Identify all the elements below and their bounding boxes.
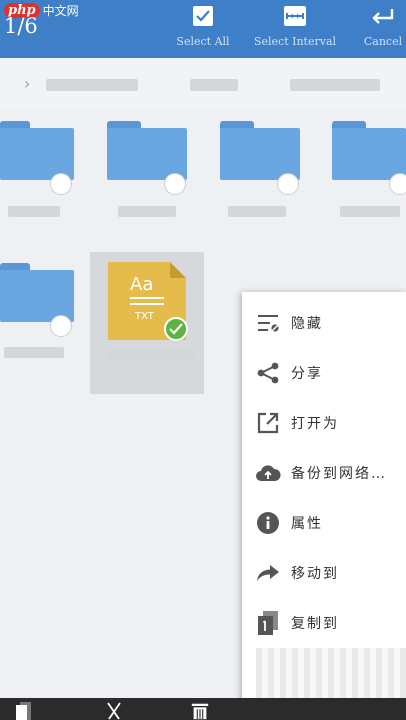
selection-counter: 1/6	[4, 14, 38, 38]
share-icon	[255, 360, 281, 386]
open-as-icon	[255, 410, 281, 436]
copy-icon	[255, 610, 281, 636]
folder-name-blurred	[340, 206, 400, 217]
txt-extension-label: TXT	[135, 311, 154, 322]
select-interval-label: Select Interval	[253, 35, 337, 48]
menu-label: 属性	[291, 516, 323, 532]
menu-label: 隐藏	[291, 316, 323, 332]
return-arrow-icon	[370, 4, 396, 28]
txt-glyph: Aa	[130, 274, 154, 295]
move-icon	[255, 560, 281, 586]
checkbox-icon	[190, 4, 216, 28]
menu-item-hide[interactable]: 隐藏	[242, 301, 406, 345]
menu-label: 复制到	[291, 616, 339, 632]
info-icon	[255, 510, 281, 536]
folder-name-blurred	[118, 206, 176, 217]
context-menu: 隐藏 分享 打开为 备份到网络… 属性 移动到 复制到	[242, 292, 406, 720]
folder-name-blurred	[4, 347, 64, 358]
menu-item-move-to[interactable]: 移动到	[242, 551, 406, 595]
cancel-label: Cancel	[363, 35, 403, 48]
menu-item-share[interactable]: 分享	[242, 351, 406, 395]
watermark-text: 中文网	[42, 3, 79, 18]
menu-item-copy-to[interactable]: 复制到	[242, 601, 406, 645]
breadcrumb-blurred-path[interactable]	[46, 79, 138, 91]
breadcrumb-blurred-path[interactable]	[190, 79, 238, 91]
selection-circle-icon[interactable]	[164, 173, 186, 195]
menu-item-backup[interactable]: 备份到网络…	[242, 451, 406, 495]
hide-icon	[255, 310, 281, 336]
check-icon[interactable]	[164, 317, 188, 341]
folder-name-blurred	[8, 206, 60, 217]
bottom-action-bar	[0, 698, 406, 720]
breadcrumb-chevron-icon: ›	[24, 74, 31, 93]
menu-label: 备份到网络…	[291, 466, 387, 482]
folder-name-blurred	[228, 206, 286, 217]
copy-icon[interactable]	[14, 702, 34, 720]
selection-circle-icon[interactable]	[50, 315, 72, 337]
delete-icon[interactable]	[190, 702, 210, 720]
file-name-blurred	[108, 349, 194, 360]
selection-circle-icon[interactable]	[50, 173, 72, 195]
menu-item-properties[interactable]: 属性	[242, 501, 406, 545]
menu-label: 打开为	[291, 416, 339, 432]
selection-circle-icon[interactable]	[277, 173, 299, 195]
select-interval-button[interactable]: Select Interval	[252, 0, 338, 58]
menu-item-open-as[interactable]: 打开为	[242, 401, 406, 445]
breadcrumb-blurred-path[interactable]	[290, 79, 380, 91]
menu-label: 分享	[291, 366, 323, 382]
interval-icon	[282, 4, 308, 28]
cloud-upload-icon	[255, 460, 281, 486]
select-all-button[interactable]: Select All	[174, 0, 232, 58]
menu-label: 移动到	[291, 566, 339, 582]
cancel-button[interactable]: Cancel	[360, 0, 406, 58]
selection-circle-icon[interactable]	[389, 173, 406, 195]
top-action-bar: php 中文网 1/6 Select All Select Interval C…	[0, 0, 406, 58]
cut-icon[interactable]	[104, 702, 124, 720]
select-all-label: Select All	[176, 35, 230, 48]
